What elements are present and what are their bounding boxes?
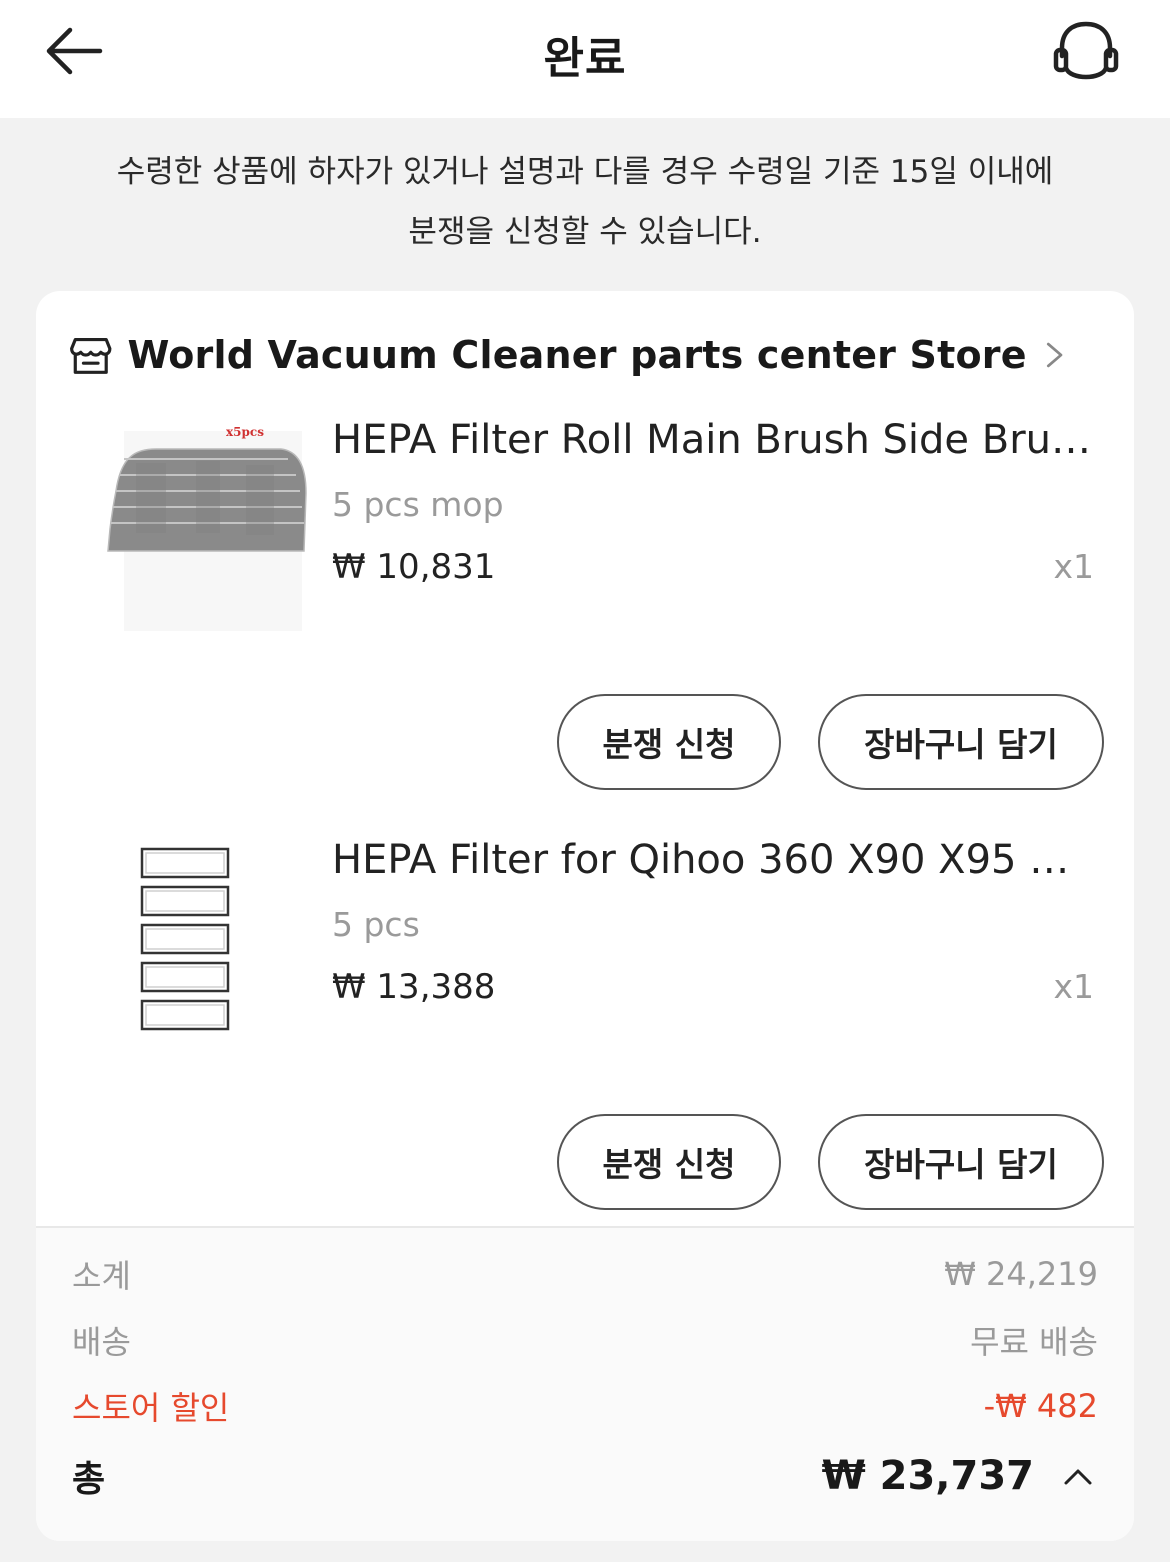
top-bar: 완료 <box>0 0 1170 118</box>
shipping-value: 무료 배송 <box>970 1323 1098 1361</box>
subtotal-row: 소계 ₩ 24,219 <box>72 1249 1098 1299</box>
shipping-row: 배송 무료 배송 <box>72 1315 1098 1365</box>
dispute-button[interactable]: 분쟁 신청 <box>557 694 781 790</box>
total-row[interactable]: 총 ₩ 23,737 <box>72 1451 1098 1501</box>
add-to-cart-button[interactable]: 장바구니 담기 <box>818 694 1104 790</box>
total-value: ₩ 23,737 <box>821 1453 1034 1499</box>
chevron-up-icon[interactable] <box>1058 1461 1098 1491</box>
product-image-mop-pads[interactable]: x5pcs <box>76 401 308 633</box>
dispute-button[interactable]: 분쟁 신청 <box>557 1114 781 1210</box>
add-to-cart-button[interactable]: 장바구니 담기 <box>818 1114 1104 1210</box>
order-summary: 소계 ₩ 24,219 배송 무료 배송 스토어 할인 -₩ 482 총 ₩ 2… <box>36 1228 1134 1541</box>
order-item: HEPA Filter for Qihoo 360 X90 X95 S9... … <box>36 821 1134 1241</box>
store-name: World Vacuum Cleaner parts center Store <box>127 333 1027 377</box>
product-title[interactable]: HEPA Filter Roll Main Brush Side Brus... <box>332 417 1092 463</box>
total-label: 총 <box>72 1459 106 1500</box>
shipping-label: 배송 <box>72 1323 131 1361</box>
product-price: ₩ 10,831 <box>332 547 496 587</box>
discount-label: 스토어 할인 <box>72 1389 230 1427</box>
notice-line-2: 분쟁을 신청할 수 있습니다. <box>408 214 762 250</box>
order-card: World Vacuum Cleaner parts center Store … <box>36 291 1134 1541</box>
headset-icon <box>1053 21 1119 80</box>
product-variant: 5 pcs <box>332 905 420 944</box>
product-variant: 5 pcs mop <box>332 485 504 524</box>
store-link[interactable]: World Vacuum Cleaner parts center Store <box>68 327 1068 383</box>
discount-value: -₩ 482 <box>983 1387 1098 1425</box>
store-discount-row: 스토어 할인 -₩ 482 <box>72 1381 1098 1431</box>
product-price: ₩ 13,388 <box>332 967 496 1007</box>
product-image-hepa-filters[interactable] <box>76 821 308 1053</box>
page-title: 완료 <box>543 33 627 84</box>
dispute-notice: 수령한 상품에 하자가 있거나 설명과 다를 경우 수령일 기준 15일 이내에… <box>60 142 1110 262</box>
image-label: x5pcs <box>226 425 264 439</box>
product-quantity: x1 <box>1053 967 1094 1006</box>
subtotal-label: 소계 <box>72 1257 131 1295</box>
product-title[interactable]: HEPA Filter for Qihoo 360 X90 X95 S9... <box>332 837 1092 883</box>
total-value-group: ₩ 23,737 <box>822 1453 1098 1499</box>
subtotal-value: ₩ 24,219 <box>944 1255 1098 1293</box>
product-quantity: x1 <box>1053 547 1094 586</box>
notice-line-1: 수령한 상품에 하자가 있거나 설명과 다를 경우 수령일 기준 15일 이내에 <box>116 154 1054 190</box>
order-item: x5pcs HEPA Filter Roll Main Brush Side B… <box>36 401 1134 821</box>
chevron-right-icon <box>1046 342 1063 368</box>
store-icon <box>70 337 112 374</box>
customer-support-button[interactable] <box>1048 18 1124 84</box>
